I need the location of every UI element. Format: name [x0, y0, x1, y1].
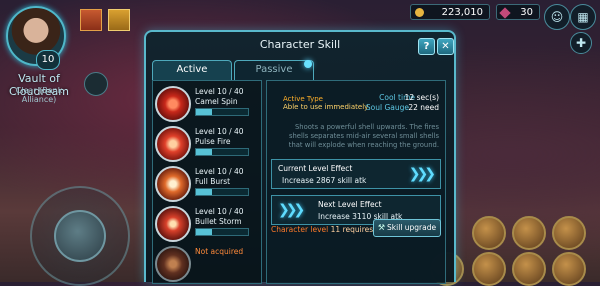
skill-progress-bar [195, 228, 249, 236]
skill-description: Shoots a powerful shell upwards. The fir… [288, 123, 439, 149]
map-status: Clear (Bank Alliance) [15, 86, 63, 104]
skill-slot-button[interactable] [552, 252, 586, 286]
coin-icon [415, 8, 424, 17]
list-item[interactable]: Not acquired [155, 245, 259, 283]
tab-passive[interactable]: Passive [234, 60, 314, 80]
next-effect-title: Next Level Effect [318, 200, 382, 209]
gold-counter: 223,010 [410, 4, 490, 20]
skill-list[interactable]: Level 10 / 40 Camel Spin Level 10 / 40 P… [152, 80, 262, 284]
skill-name: Full Burst [195, 177, 231, 186]
joystick-knob[interactable] [54, 210, 106, 262]
skill-detail-panel: Active Type Able to use immediately Cool… [266, 80, 446, 284]
skill-progress-bar [195, 108, 249, 116]
current-level-effect: Current Level Effect Increase 2867 skill… [271, 159, 441, 189]
skill-icon [155, 86, 191, 122]
skill-slot-button[interactable] [552, 216, 586, 250]
list-item[interactable]: Level 10 / 40 Full Burst [155, 165, 259, 205]
requirement-label: Character level [271, 225, 329, 234]
help-button[interactable]: ? [418, 38, 435, 55]
trophy-icon[interactable] [84, 72, 108, 96]
tab-active[interactable]: Active [152, 60, 232, 80]
skill-type: Active Type [283, 95, 323, 103]
gold-amount: 223,010 [441, 7, 483, 18]
chevron-right-icon: ❯❯❯ [278, 202, 305, 218]
skill-slot-button[interactable] [512, 216, 546, 250]
player-level-badge: 10 [36, 50, 60, 70]
skill-progress-bar [195, 148, 249, 156]
dialog-title: Character Skill [259, 38, 341, 51]
chevron-right-icon: ❯❯❯ [408, 166, 436, 182]
menu-grid-icon[interactable]: ▦ [570, 4, 596, 30]
skill-level: Level 10 / 40 [195, 127, 244, 136]
soul-gauge-label: Soul Gauge [365, 103, 409, 112]
current-effect-title: Current Level Effect [278, 164, 353, 173]
skill-level: Level 10 / 40 [195, 167, 244, 176]
gem-amount: 30 [520, 7, 533, 18]
settings-icon[interactable]: ✚ [570, 32, 592, 54]
skill-status: Not acquired [195, 247, 244, 256]
requirement-value: 11 requires [330, 225, 374, 234]
skill-icon [155, 206, 191, 242]
gem-icon [499, 7, 511, 19]
skill-usability: Able to use immediately [283, 103, 369, 111]
skill-name: Camel Spin [195, 97, 238, 106]
treasure-icon[interactable] [108, 9, 130, 31]
skill-slot-button[interactable] [472, 216, 506, 250]
skill-icon [155, 166, 191, 202]
skill-slot-button[interactable] [472, 252, 506, 286]
skill-progress-bar [195, 188, 249, 196]
list-item[interactable]: Level 10 / 40 Pulse Fire [155, 125, 259, 165]
skill-name: Bullet Storm [195, 217, 242, 226]
gem-counter: 30 [496, 4, 540, 20]
social-icon[interactable]: ☺ [544, 4, 570, 30]
gift-icon[interactable] [80, 9, 102, 31]
skill-icon [155, 126, 191, 162]
close-button[interactable]: ✕ [437, 38, 454, 55]
upgrade-requirement: Character level 11 requires [271, 225, 373, 234]
skill-upgrade-label: Skill upgrade [387, 223, 437, 232]
skill-level: Level 10 / 40 [195, 87, 244, 96]
list-item[interactable]: Level 10 / 40 Bullet Storm [155, 205, 259, 245]
skill-name: Pulse Fire [195, 137, 231, 146]
skill-icon [155, 246, 191, 282]
skill-level: Level 10 / 40 [195, 207, 244, 216]
cooldown-value: 12 sec(s) [404, 93, 439, 102]
list-item[interactable]: Level 10 / 40 Camel Spin [155, 85, 259, 125]
soul-gauge-value: 22 need [408, 103, 439, 112]
skill-slot-button[interactable] [512, 252, 546, 286]
current-effect-value: Increase 2867 skill atk [282, 176, 367, 185]
upgrade-icon: ⚒ [377, 223, 386, 232]
notification-dot-icon [304, 60, 312, 68]
character-skill-dialog: Character Skill ? ✕ Active Passive Level… [144, 30, 456, 284]
skill-upgrade-button[interactable]: ⚒ Skill upgrade [373, 219, 441, 237]
